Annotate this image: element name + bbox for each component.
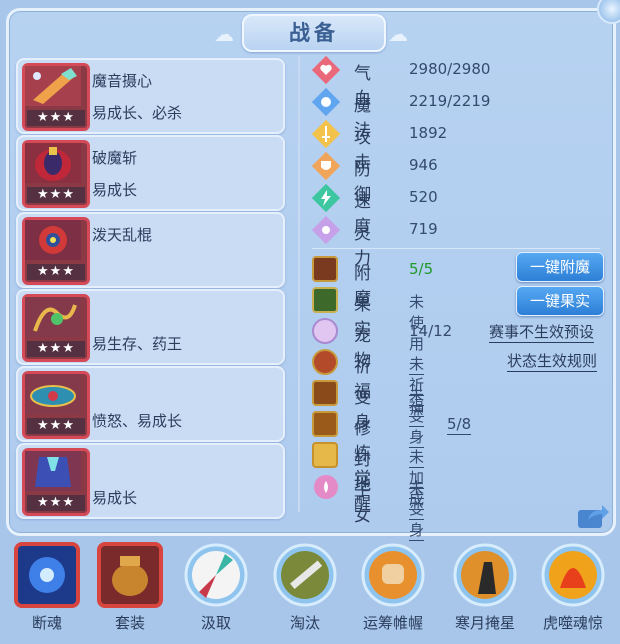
equipment-card-4[interactable]: ★★★ 易生存、药王 xyxy=(16,289,285,365)
skill-hushi[interactable]: 虎噬魂惊 xyxy=(536,542,610,632)
skill-taozhuang[interactable]: 套装 xyxy=(93,542,167,632)
belt-icon: ★★★ xyxy=(22,371,90,439)
skill-label: 淘汰 xyxy=(289,614,320,632)
page-title: 战备 xyxy=(242,14,386,52)
one-click-fruit-button[interactable]: 一键果实 xyxy=(516,286,604,316)
warrior-icon xyxy=(453,543,517,607)
soul-orb-icon xyxy=(14,542,80,608)
equipment-card-1[interactable]: ★★★ 魔音摄心 易成长、必杀 xyxy=(16,58,285,134)
stat-value: 1892 xyxy=(409,124,448,142)
urn-icon xyxy=(97,542,163,608)
skill-label: 套装 xyxy=(114,614,145,632)
magic-staff-icon: ★★★ xyxy=(22,63,90,131)
fan-icon xyxy=(184,543,248,607)
enchant-icon xyxy=(312,256,338,282)
attr-value: 5/5 xyxy=(409,260,434,278)
equipment-tags: 易成长 xyxy=(92,181,138,199)
equipment-tags: 易成长、必杀 xyxy=(92,104,183,122)
skill-taotai[interactable]: 淘汰 xyxy=(268,542,342,632)
attr-value[interactable]: 未变身 xyxy=(409,479,425,541)
fruit-icon xyxy=(312,287,338,313)
attr-value[interactable]: 未变身 xyxy=(409,386,425,448)
transform-icon xyxy=(312,380,338,406)
skill-label: 汲取 xyxy=(200,614,231,632)
share-icon[interactable] xyxy=(576,502,610,530)
rules-link[interactable]: 状态生效规则 xyxy=(507,350,598,372)
armor-icon: ★★★ xyxy=(22,448,90,516)
skill-label: 断魂 xyxy=(31,614,62,632)
star-rating: ★★★ xyxy=(27,110,85,126)
equipment-tags: 易成长 xyxy=(92,489,138,507)
skill-label: 寒月掩星 xyxy=(454,614,515,632)
speed-icon xyxy=(312,184,340,212)
cultivation-icon xyxy=(312,411,338,437)
stat-value: 2980/2980 xyxy=(409,60,491,78)
star-rating: ★★★ xyxy=(27,341,85,357)
stat-value: 2219/2219 xyxy=(409,92,491,110)
golden-chain-icon: ★★★ xyxy=(22,294,90,362)
star-rating: ★★★ xyxy=(27,264,85,280)
equipment-tags: 愤怒、易成长 xyxy=(92,412,183,430)
section-divider xyxy=(312,248,600,249)
fief-icon xyxy=(312,442,338,468)
skill-label: 运筹帷幄 xyxy=(362,614,423,632)
lotus-icon xyxy=(314,475,338,499)
cultivation-link[interactable]: 5/8 xyxy=(447,415,472,435)
equipment-tags: 易生存、药王 xyxy=(92,335,183,353)
blade-icon xyxy=(273,543,337,607)
transform-link[interactable]: 未变身 xyxy=(409,384,425,448)
equipment-card-6[interactable]: ★★★ 易成长 xyxy=(16,443,285,519)
star-rating: ★★★ xyxy=(27,495,85,511)
chaos-staff-icon: ★★★ xyxy=(22,217,90,285)
equipment-name: 泼天乱棍 xyxy=(92,226,153,244)
attr-value[interactable]: 5/8 xyxy=(447,415,472,435)
stat-value: 719 xyxy=(409,220,438,238)
stat-value: 520 xyxy=(409,188,438,206)
equipment-card-5[interactable]: ★★★ 愤怒、易成长 xyxy=(16,366,285,442)
blessing-icon xyxy=(312,349,338,375)
skill-label: 虎噬魂惊 xyxy=(542,614,603,632)
one-click-enchant-button[interactable]: 一键附魔 xyxy=(516,252,604,282)
stat-value: 946 xyxy=(409,156,438,174)
demon-blade-icon: ★★★ xyxy=(22,140,90,208)
pet-avatar-icon xyxy=(312,318,338,344)
mana-icon xyxy=(312,88,340,116)
equipment-name: 魔音摄心 xyxy=(92,72,153,90)
fist-icon xyxy=(361,543,425,607)
cloud-ornament-left: ☁ xyxy=(214,22,234,46)
column-divider xyxy=(298,56,300,512)
cloud-ornament-right: ☁ xyxy=(388,22,408,46)
heart-icon xyxy=(312,56,340,84)
skill-jiqu[interactable]: 汲取 xyxy=(179,542,253,632)
preset-link[interactable]: 赛事不生效预设 xyxy=(489,321,595,343)
children-link[interactable]: 未变身 xyxy=(409,477,425,541)
skill-yunchou[interactable]: 运筹帷幄 xyxy=(356,542,430,632)
skill-hanyue[interactable]: 寒月掩星 xyxy=(448,542,522,632)
skill-duanhun[interactable]: 断魂 xyxy=(10,542,84,632)
tiger-flame-icon xyxy=(541,543,605,607)
defense-icon xyxy=(312,152,340,180)
star-rating: ★★★ xyxy=(27,187,85,203)
spirit-icon xyxy=(312,216,340,244)
attack-icon xyxy=(312,120,340,148)
equipment-card-2[interactable]: ★★★ 破魔斩 易成长 xyxy=(16,135,285,211)
attr-value: 14/12 xyxy=(409,322,453,340)
equipment-card-3[interactable]: ★★★ 泼天乱棍 xyxy=(16,212,285,288)
star-rating: ★★★ xyxy=(27,418,85,434)
equipment-name: 破魔斩 xyxy=(92,149,138,167)
attr-label: 子女 xyxy=(354,481,371,526)
